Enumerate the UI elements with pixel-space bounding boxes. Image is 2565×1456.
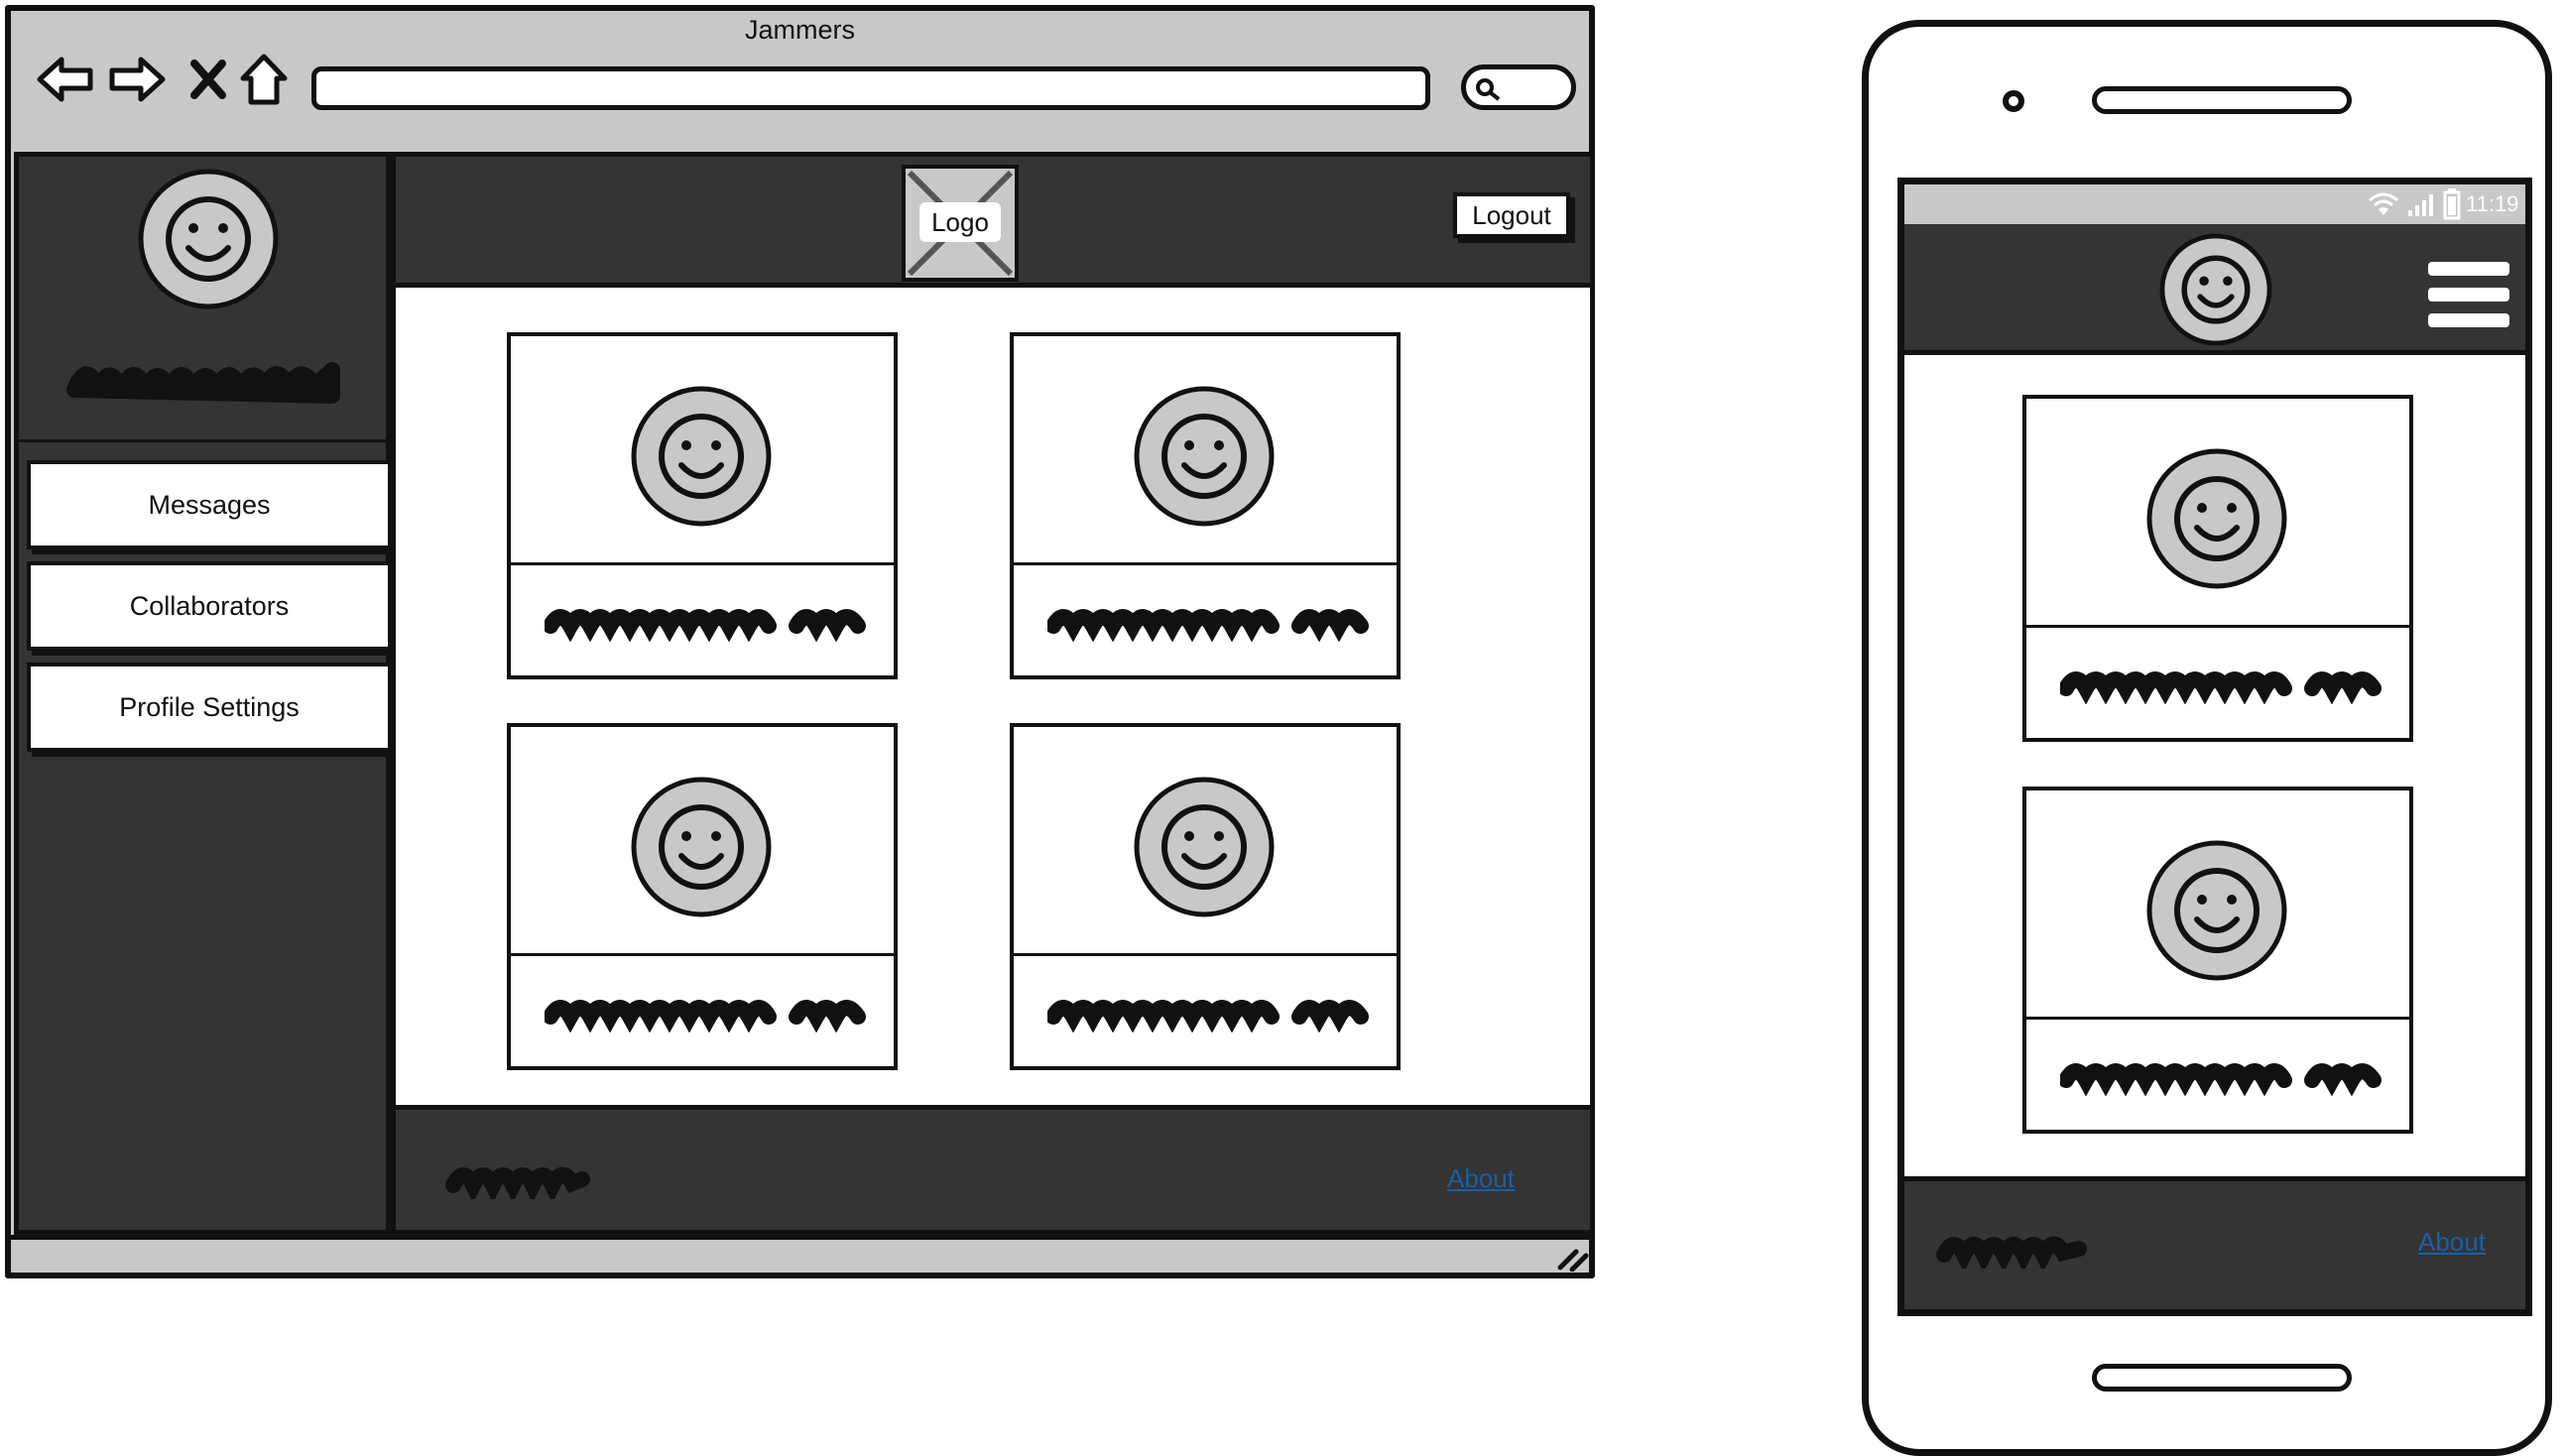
status-time: 11:19 <box>2466 191 2519 216</box>
browser-search-field[interactable] <box>1461 64 1576 110</box>
resize-handle-icon[interactable] <box>1556 1242 1590 1272</box>
profile-card[interactable] <box>1010 332 1401 679</box>
main-content: Logo Logout About <box>391 152 1595 1235</box>
app-header: Logo Logout <box>396 157 1590 288</box>
card-text-scribble <box>545 1000 866 1032</box>
battery-icon <box>2443 188 2461 220</box>
logo-image-placeholder: Logo <box>902 165 1019 282</box>
logout-button[interactable]: Logout <box>1453 192 1570 238</box>
stop-icon[interactable] <box>178 49 239 110</box>
footer-text-scribble <box>1936 1236 2087 1269</box>
phone-camera <box>2003 90 2024 112</box>
browser-status-bar <box>11 1235 1589 1273</box>
card-text-scribble <box>1047 609 1369 642</box>
smiley-face-icon <box>136 167 281 311</box>
smiley-face-icon <box>631 777 772 917</box>
logo-label: Logo <box>919 202 1001 242</box>
about-link[interactable]: About <box>1447 1163 1515 1194</box>
about-link[interactable]: About <box>2418 1227 2486 1258</box>
wifi-icon <box>2369 192 2398 215</box>
username-placeholder-scribble <box>66 340 344 410</box>
browser-title: Jammers <box>744 15 855 45</box>
profile-card[interactable] <box>2022 787 2413 1134</box>
card-text-scribble <box>2060 1063 2382 1096</box>
phone-home-button[interactable] <box>2092 1364 2352 1392</box>
sidebar-item-profile-settings[interactable]: Profile Settings <box>27 663 392 752</box>
forward-arrow-icon[interactable] <box>106 49 168 110</box>
signal-icon <box>2408 194 2433 216</box>
sidebar-item-label: Messages <box>148 489 271 520</box>
card-divider <box>1014 953 1397 956</box>
sidebar-item-collaborators[interactable]: Collaborators <box>27 561 392 651</box>
sidebar: Messages Collaborators Profile Settings <box>14 152 392 1235</box>
smiley-face-icon <box>1134 777 1275 917</box>
hamburger-menu-icon[interactable] <box>2426 260 2511 329</box>
profile-card[interactable] <box>2022 395 2413 742</box>
card-text-scribble <box>545 609 866 642</box>
search-icon <box>1476 78 1501 101</box>
smiley-face-icon <box>2159 233 2272 346</box>
card-text-scribble <box>1047 1000 1369 1032</box>
phone-screen: 11:19 About <box>1897 178 2532 1316</box>
phone-speaker <box>2092 86 2352 114</box>
card-divider <box>1014 562 1397 565</box>
sidebar-divider <box>19 439 386 442</box>
card-divider <box>511 562 894 565</box>
card-divider <box>2026 1017 2409 1020</box>
browser-window: Jammers Messages Collaborators Profile S… <box>5 5 1595 1278</box>
phone-frame: 11:19 About <box>1862 20 2552 1456</box>
home-icon[interactable] <box>233 49 295 110</box>
card-divider <box>511 953 894 956</box>
card-text-scribble <box>2060 671 2382 704</box>
card-divider <box>2026 625 2409 628</box>
address-bar[interactable] <box>311 66 1430 110</box>
smiley-face-icon <box>631 386 772 527</box>
smiley-face-icon <box>2146 448 2287 589</box>
sidebar-item-label: Profile Settings <box>119 691 300 722</box>
sidebar-item-messages[interactable]: Messages <box>27 460 392 549</box>
profile-card[interactable] <box>1010 723 1401 1070</box>
back-arrow-icon[interactable] <box>35 49 96 110</box>
smiley-face-icon <box>1134 386 1275 527</box>
smiley-face-icon <box>2146 840 2287 981</box>
sidebar-item-label: Collaborators <box>129 590 290 621</box>
phone-status-bar: 11:19 <box>1904 184 2525 224</box>
profile-card[interactable] <box>507 723 898 1070</box>
footer-text-scribble <box>445 1166 590 1199</box>
profile-card[interactable] <box>507 332 898 679</box>
app-footer: About <box>396 1105 1590 1230</box>
phone-app-header <box>1904 224 2525 355</box>
phone-app-footer: About <box>1904 1176 2525 1309</box>
